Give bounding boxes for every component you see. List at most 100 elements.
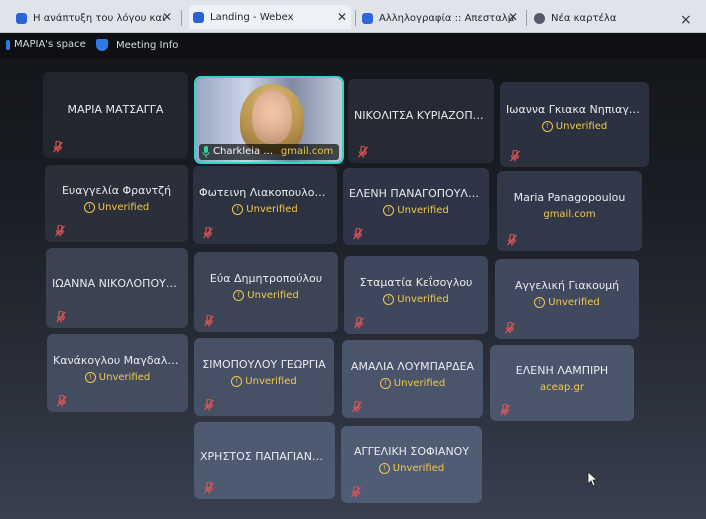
tab-mail[interactable]: Αλληλογραφία :: Απεσταλμ ✕ <box>362 9 522 27</box>
warning-icon: ! <box>378 463 390 474</box>
participant-name: Κανάκογλου Μαγδαληνή <box>53 354 188 367</box>
participant-name: ΕΛΕΝΗ ΠΑΝΑΓΟΠΟΥΛΟ... <box>349 187 488 200</box>
participant-sub-label: Unverified <box>392 463 445 474</box>
tab-lesson[interactable]: Η ανάπτυξη του λόγου και ✕ <box>16 9 176 27</box>
warning-icon: ! <box>534 297 546 308</box>
window-close-icon[interactable]: × <box>680 12 692 28</box>
unverified-badge: ! Unverified <box>45 202 188 214</box>
warning-icon: ! <box>383 205 395 216</box>
participant-tile[interactable]: ΑΓΓΕΛΙΚΗ ΣΟΦΙΑΝΟΥ! Unverified <box>341 426 482 503</box>
tab-new[interactable]: Νέα καρτέλα <box>534 9 664 27</box>
participant-tile[interactable]: Φωτεινη Λιακοπουλου 7...! Unverified <box>193 166 337 244</box>
new-tab-favicon-icon <box>534 12 545 24</box>
participant-sub-label: Unverified <box>555 121 608 132</box>
video-participant-domain: gmail.com <box>280 146 334 157</box>
participant-tile[interactable]: Ιωαννα Γκιακα Νηπιαγω...! Unverified <box>500 82 649 167</box>
unverified-badge: ! Unverified <box>344 294 488 306</box>
muted-mic-icon <box>203 224 213 239</box>
participant-name: ΧΡΗΣΤΟΣ ΠΑΠΑΓΙΑΝΝΟ... <box>200 450 335 463</box>
unverified-badge: ! Unverified <box>343 205 489 217</box>
meeting-info-label: Meeting Info <box>116 39 179 51</box>
tab-separator <box>355 10 356 26</box>
participant-tile[interactable]: ΜΑΡΙΑ ΜΑΤΣΑΓΓΑ <box>43 72 188 158</box>
close-tab-icon[interactable]: ✕ <box>508 10 518 24</box>
tab-favicon-icon <box>16 12 27 24</box>
unverified-badge: ! Unverified <box>47 372 188 384</box>
participant-sub-label: Unverified <box>247 290 299 301</box>
participant-tile[interactable]: ΝΙΚΟΛΙΤΣΑ ΚΥΡΙΑΖΟΠΟΥ... <box>348 79 494 163</box>
muted-mic-icon <box>204 396 214 411</box>
participant-tile[interactable]: ΕΛΕΝΗ ΛΑΜΠΙΡΗ aceap.gr <box>490 345 634 421</box>
warning-icon: ! <box>231 376 243 387</box>
participant-sub-label: Unverified <box>97 202 150 213</box>
meeting-header: ΜΑΡΙΑ's space Meeting Info <box>0 33 706 59</box>
participant-name: ΝΙΚΟΛΙΤΣΑ ΚΥΡΙΑΖΟΠΟΥ... <box>354 109 494 122</box>
tab-webex[interactable]: Landing - Webex ✕ <box>189 5 351 29</box>
muted-mic-icon <box>352 398 362 413</box>
participant-sub-label: Unverified <box>548 297 600 308</box>
muted-mic-icon <box>354 314 364 329</box>
participant-name: Maria Panagopoulou <box>513 191 626 204</box>
muted-mic-icon <box>353 225 363 240</box>
participant-tile[interactable]: ΧΡΗΣΤΟΣ ΠΑΠΑΓΙΑΝΝΟ... <box>194 422 335 499</box>
space-name[interactable]: ΜΑΡΙΑ's space <box>6 39 86 50</box>
muted-mic-icon <box>57 392 67 407</box>
tab-label: Η ανάπτυξη του λόγου και <box>33 12 166 24</box>
participant-name: ΑΓΓΕΛΙΚΗ ΣΟΦΙΑΝΟΥ <box>353 445 470 458</box>
space-label: ΜΑΡΙΑ's space <box>14 39 86 50</box>
tab-separator <box>181 10 182 26</box>
close-tab-icon[interactable]: ✕ <box>162 10 172 24</box>
mail-favicon-icon <box>362 12 373 24</box>
participant-name: ΜΑΡΙΑ ΜΑΤΣΑΓΓΑ <box>67 103 164 116</box>
unverified-badge: ! Unverified <box>341 463 482 475</box>
participant-tile[interactable]: Ευαγγελία Φραντζή ! Unverified <box>45 165 188 242</box>
participant-sub-label: aceap.gr <box>540 382 584 393</box>
shield-icon <box>96 39 108 51</box>
participant-tile[interactable]: Αγγελική Γιακουμή! Unverified <box>495 259 639 339</box>
space-icon <box>6 39 10 50</box>
participant-name: Ευαγγελία Φραντζή <box>61 184 172 197</box>
participant-tile[interactable]: Maria Panagopoulou gmail.com <box>497 171 642 251</box>
participant-name: Σταματία Κεΐσογλου <box>359 276 473 289</box>
participant-sub-label: Unverified <box>397 205 449 216</box>
meeting-info-button[interactable]: Meeting Info <box>96 39 178 51</box>
warning-icon: ! <box>84 372 96 383</box>
participant-tile[interactable]: ΑΜΑΛΙΑ ΛΟΥΜΠΑΡΔΕΑ! Unverified <box>342 340 483 418</box>
participant-domain: aceap.gr <box>490 382 634 394</box>
tab-label: Νέα καρτέλα <box>551 12 617 24</box>
unverified-badge: ! Unverified <box>194 290 338 302</box>
participant-tile[interactable]: ΙΩΑΝΝΑ ΝΙΚΟΛΟΠΟΥΛΟΥ <box>46 248 188 328</box>
muted-mic-icon <box>507 231 517 246</box>
mic-icon <box>202 146 210 158</box>
muted-mic-icon <box>204 479 214 494</box>
mouse-cursor-icon <box>587 471 599 487</box>
browser-tab-bar: Η ανάπτυξη του λόγου και ✕ Landing - Web… <box>0 0 706 33</box>
participant-sub-label: Unverified <box>397 294 449 305</box>
participant-sub-label: Unverified <box>393 378 446 389</box>
muted-mic-icon <box>55 222 65 237</box>
participant-video-tile[interactable]: Charkleia ... gmail.com <box>194 76 344 164</box>
participant-tile[interactable]: Εύα Δημητροπούλου ! Unverified <box>194 252 338 332</box>
muted-mic-icon <box>53 138 63 153</box>
close-tab-icon[interactable]: ✕ <box>337 10 347 24</box>
participant-tile[interactable]: Κανάκογλου Μαγδαληνή ! Unverified <box>47 334 188 412</box>
video-face-shape <box>252 90 292 144</box>
participant-sub-label: Unverified <box>245 376 297 387</box>
participant-tile[interactable]: Σταματία Κεΐσογλου! Unverified <box>344 256 488 334</box>
participant-name: Αγγελική Γιακουμή <box>514 279 620 292</box>
unverified-badge: ! Unverified <box>500 121 649 133</box>
participant-name: ΑΜΑΛΙΑ ΛΟΥΜΠΑΡΔΕΑ <box>350 360 475 373</box>
participant-name: ΕΛΕΝΗ ΛΑΜΠΙΡΗ <box>515 364 609 377</box>
unverified-badge: ! Unverified <box>193 204 337 216</box>
participant-name: Εύα Δημητροπούλου <box>209 272 323 285</box>
muted-mic-icon <box>56 308 66 323</box>
warning-icon: ! <box>541 121 553 132</box>
participant-tile[interactable]: ΣΙΜΟΠΟΥΛΟΥ ΓΕΩΡΓΙΑ! Unverified <box>194 338 334 416</box>
tab-label: Landing - Webex <box>210 11 294 23</box>
webex-favicon-icon <box>193 11 204 23</box>
participant-tile[interactable]: ΕΛΕΝΗ ΠΑΝΑΓΟΠΟΥΛΟ...! Unverified <box>343 168 489 245</box>
participant-sub-label: gmail.com <box>543 209 596 220</box>
warning-icon: ! <box>232 204 244 215</box>
unverified-badge: ! Unverified <box>495 297 639 309</box>
warning-icon: ! <box>383 294 395 305</box>
